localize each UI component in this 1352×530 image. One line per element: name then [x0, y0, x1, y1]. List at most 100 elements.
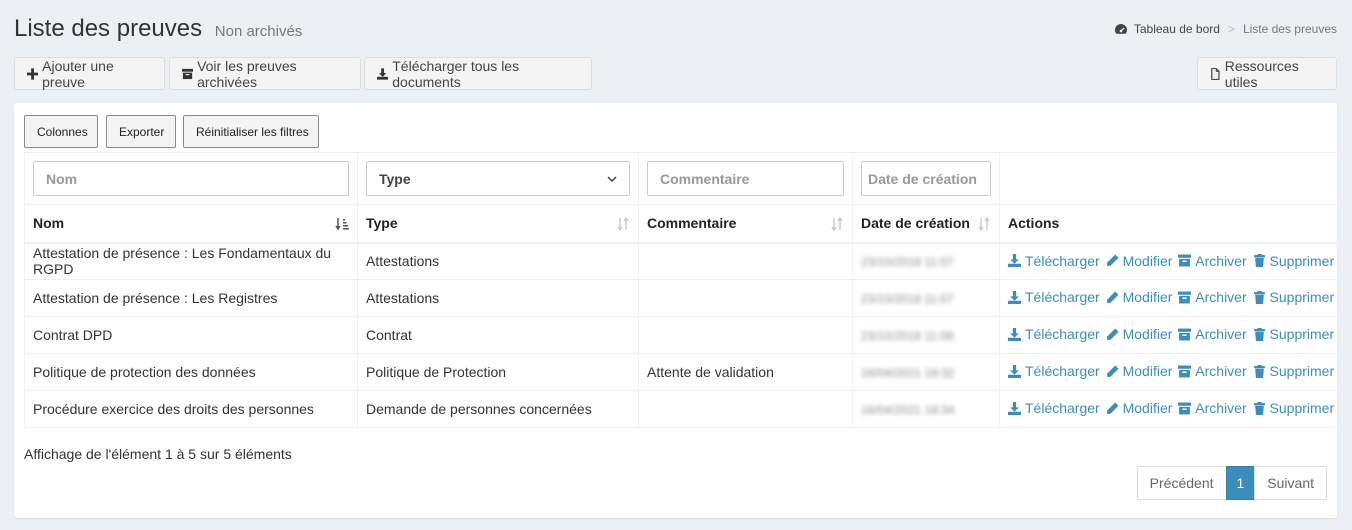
page-title-text: Liste des preuves — [14, 15, 203, 42]
cell-comment — [638, 390, 853, 428]
filter-cell-date: Date de création — [852, 152, 1000, 205]
cell-comment: Attente de validation — [638, 353, 853, 391]
column-header-comment-label: Commentaire — [647, 215, 737, 232]
breadcrumb-current: Liste des preuves — [1242, 22, 1337, 36]
table-row: Politique de protection des données Poli… — [24, 353, 1346, 391]
edit-action[interactable]: Modifier — [1106, 363, 1173, 380]
download-all-button[interactable]: Télécharger tous les documents — [364, 57, 592, 90]
pencil-icon — [1106, 291, 1119, 303]
edit-action-label: Modifier — [1122, 363, 1173, 380]
table-row: Attestation de présence : Les Fondamenta… — [24, 242, 1346, 280]
sort-icon — [617, 217, 629, 231]
archive-action[interactable]: Archiver — [1178, 326, 1247, 342]
delete-action[interactable]: Supprimer — [1253, 400, 1335, 417]
breadcrumb-home[interactable]: Tableau de bord — [1134, 22, 1220, 36]
cell-name: Politique de protection des données — [24, 353, 358, 391]
archive-action[interactable]: Archiver — [1178, 363, 1247, 379]
edit-action[interactable]: Modifier — [1106, 326, 1172, 342]
table-row: Attestation de présence : Les Registres … — [24, 279, 1346, 317]
archive-action-label: Archiver — [1195, 400, 1247, 417]
delete-action[interactable]: Supprimer — [1253, 363, 1335, 380]
chevron-down-icon — [607, 175, 617, 182]
archive-icon — [182, 68, 194, 79]
download-action[interactable]: Télécharger — [1008, 400, 1100, 416]
cell-date: 23/10/2018 11:07 — [852, 279, 1000, 317]
filter-cell-type: Type — [357, 152, 639, 205]
filter-cell-comment: Commentaire — [638, 152, 853, 205]
archive-action[interactable]: Archiver — [1178, 289, 1247, 306]
page-subtitle: Non archivés — [214, 23, 303, 40]
sort-ascending-icon — [335, 218, 349, 231]
download-icon — [1008, 254, 1021, 267]
delete-action[interactable]: Supprimer — [1253, 289, 1335, 306]
download-action[interactable]: Télécharger — [1008, 289, 1100, 305]
download-action-label: Télécharger — [1025, 400, 1100, 417]
next-page-button[interactable]: Suivant — [1254, 466, 1327, 500]
cell-date: 16/04/2021 18:32 — [852, 353, 1000, 391]
table-row: Procédure exercice des droits des person… — [24, 390, 1346, 428]
resources-label: Ressources utiles — [1224, 57, 1299, 90]
cell-type: Attestations — [357, 279, 639, 317]
export-button[interactable]: Exporter — [106, 115, 176, 148]
resources-button[interactable]: Ressources utiles — [1197, 57, 1337, 90]
archive-action-label: Archiver — [1195, 289, 1247, 306]
delete-action-label: Supprimer — [1269, 252, 1335, 269]
column-header-comment[interactable]: Commentaire — [638, 204, 853, 244]
delete-action-label: Supprimer — [1269, 289, 1335, 306]
archived-proofs-button[interactable]: Voir les preuves archivées — [169, 57, 361, 90]
archive-icon — [1178, 328, 1192, 341]
reset-filters-button[interactable]: Réinitialiser les filtres — [183, 115, 319, 148]
download-icon — [1008, 327, 1021, 341]
breadcrumb: Tableau de bord > Liste des preuves — [1114, 22, 1337, 36]
download-action[interactable]: Télécharger — [1008, 253, 1100, 269]
column-header-name[interactable]: Nom — [24, 204, 358, 244]
column-header-actions: Actions — [998, 204, 1346, 244]
content-header: Liste des preuves Non archivés Tableau d… — [14, 14, 1337, 48]
column-header-date[interactable]: Date de création — [852, 204, 1000, 244]
archive-icon — [1178, 402, 1192, 415]
page-1-button[interactable]: 1 — [1225, 466, 1256, 500]
comment-filter-input[interactable]: Commentaire — [647, 161, 844, 196]
pencil-icon — [1106, 254, 1119, 266]
sort-icon — [831, 217, 843, 231]
column-header-date-label: Date de création — [861, 215, 970, 232]
edit-action[interactable]: Modifier — [1106, 289, 1173, 306]
pagination: Précédent 1 Suivant — [1136, 466, 1327, 500]
delete-action[interactable]: Supprimer — [1253, 326, 1334, 342]
pencil-icon — [1106, 328, 1119, 340]
edit-action[interactable]: Modifier — [1106, 400, 1172, 416]
edit-action[interactable]: Modifier — [1106, 252, 1173, 269]
cell-name: Attestation de présence : Les Registres — [24, 279, 358, 317]
cell-date: 23/10/2018 11:07 — [852, 242, 1000, 280]
cell-type: Politique de Protection — [357, 353, 639, 391]
archive-action[interactable]: Archiver — [1178, 400, 1247, 417]
add-proof-button[interactable]: Ajouter une preuve — [14, 57, 165, 90]
date-filter-input[interactable]: Date de création — [861, 161, 991, 196]
delete-action[interactable]: Supprimer — [1253, 252, 1335, 269]
add-proof-label: Ajouter une preuve — [42, 57, 114, 90]
columns-button[interactable]: Colonnes — [24, 115, 98, 148]
archive-action[interactable]: Archiver — [1178, 253, 1247, 269]
type-filter-select[interactable]: Type — [366, 161, 630, 196]
download-action-label: Télécharger — [1025, 252, 1100, 269]
delete-action-label: Supprimer — [1269, 363, 1335, 380]
edit-action-label: Modifier — [1122, 252, 1173, 269]
filter-cell-actions — [998, 152, 1346, 205]
cell-date: 23/10/2018 11:08 — [852, 316, 1000, 354]
column-header-type[interactable]: Type — [357, 204, 639, 244]
edit-action-label: Modifier — [1122, 289, 1173, 306]
action-toolbar: Ajouter une preuve Voir les preuves arch… — [14, 57, 1337, 90]
cell-date: 16/04/2021 18:34 — [852, 390, 1000, 428]
cell-actions: Télécharger Modifier Archiver Supprimer — [998, 242, 1346, 280]
download-all-label: Télécharger tous les documents — [392, 57, 520, 90]
name-filter-input[interactable]: Nom — [33, 161, 349, 196]
download-action[interactable]: Télécharger — [1008, 363, 1100, 379]
delete-action-label: Supprimer — [1269, 400, 1335, 417]
table-row: Contrat DPD Contrat 23/10/2018 11:08 Tél… — [24, 316, 1346, 354]
date-value: 16/04/2021 18:32 — [861, 366, 955, 380]
download-action[interactable]: Télécharger — [1008, 326, 1100, 342]
breadcrumb-separator: > — [1227, 22, 1235, 36]
cell-actions: Télécharger Modifier Archiver Supprimer — [998, 390, 1346, 428]
pencil-icon — [1106, 402, 1119, 414]
previous-page-button[interactable]: Précédent — [1136, 466, 1227, 500]
